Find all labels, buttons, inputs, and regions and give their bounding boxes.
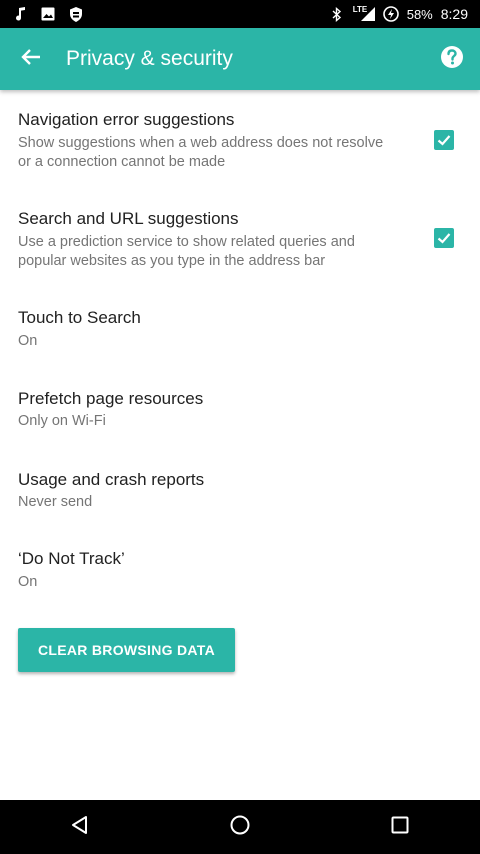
image-icon [40,6,56,22]
nav-back-button[interactable] [50,800,110,854]
pref-title: Usage and crash reports [18,470,205,489]
battery-percent: 58% [406,6,433,22]
music-note-icon [12,6,28,22]
recents-square-icon [390,815,410,840]
pref-summary: Never send [18,494,93,510]
status-right: LTE 58% 8:29 [329,5,468,22]
navigation-error-checkbox[interactable] [434,130,454,150]
system-nav-bar [0,800,480,854]
help-icon [440,45,464,74]
back-button[interactable] [0,28,62,90]
signal-icon: LTE [353,5,375,22]
pref-navigation-error-suggestions[interactable]: Navigation error suggestions Show sugges… [0,98,480,196]
pref-usage-crash-reports[interactable]: Usage and crash reports Never send [0,458,480,538]
pref-prefetch-page-resources[interactable]: Prefetch page resources Only on Wi-Fi [0,377,480,457]
pref-title: Search and URL suggestions [18,209,239,228]
status-left [12,6,84,22]
nav-recents-button[interactable] [370,800,430,854]
status-bar: LTE 58% 8:29 [0,0,480,28]
pref-do-not-track[interactable]: ‘Do Not Track’ On [0,538,480,618]
help-button[interactable] [428,35,476,83]
pref-touch-to-search[interactable]: Touch to Search On [0,296,480,376]
checkmark-icon [437,135,451,146]
pref-search-url-suggestions[interactable]: Search and URL suggestions Use a predict… [0,197,480,295]
nav-home-button[interactable] [210,800,270,854]
battery-charging-icon [382,6,399,22]
pref-summary: On [18,574,38,590]
page-title: Privacy & security [66,47,233,70]
back-triangle-icon [70,815,90,840]
app-bar: Privacy & security [0,28,480,90]
home-circle-icon [229,814,251,841]
shield-icon [68,6,84,22]
pref-title: ‘Do Not Track’ [18,549,125,568]
pref-title: Navigation error suggestions [18,110,235,129]
pref-summary: On [18,333,38,349]
pref-summary: Only on Wi-Fi [18,413,106,429]
clock: 8:29 [440,6,468,22]
search-url-checkbox[interactable] [434,228,454,248]
arrow-back-icon [21,47,41,72]
pref-title: Prefetch page resources [18,389,204,408]
bluetooth-icon [329,6,345,22]
clear-browsing-data-button[interactable]: CLEAR BROWSING DATA [18,628,235,672]
checkmark-icon [437,233,451,244]
pref-summary: Use a prediction service to show related… [18,234,355,269]
pref-title: Touch to Search [18,308,141,327]
pref-summary: Show suggestions when a web address does… [18,135,384,170]
